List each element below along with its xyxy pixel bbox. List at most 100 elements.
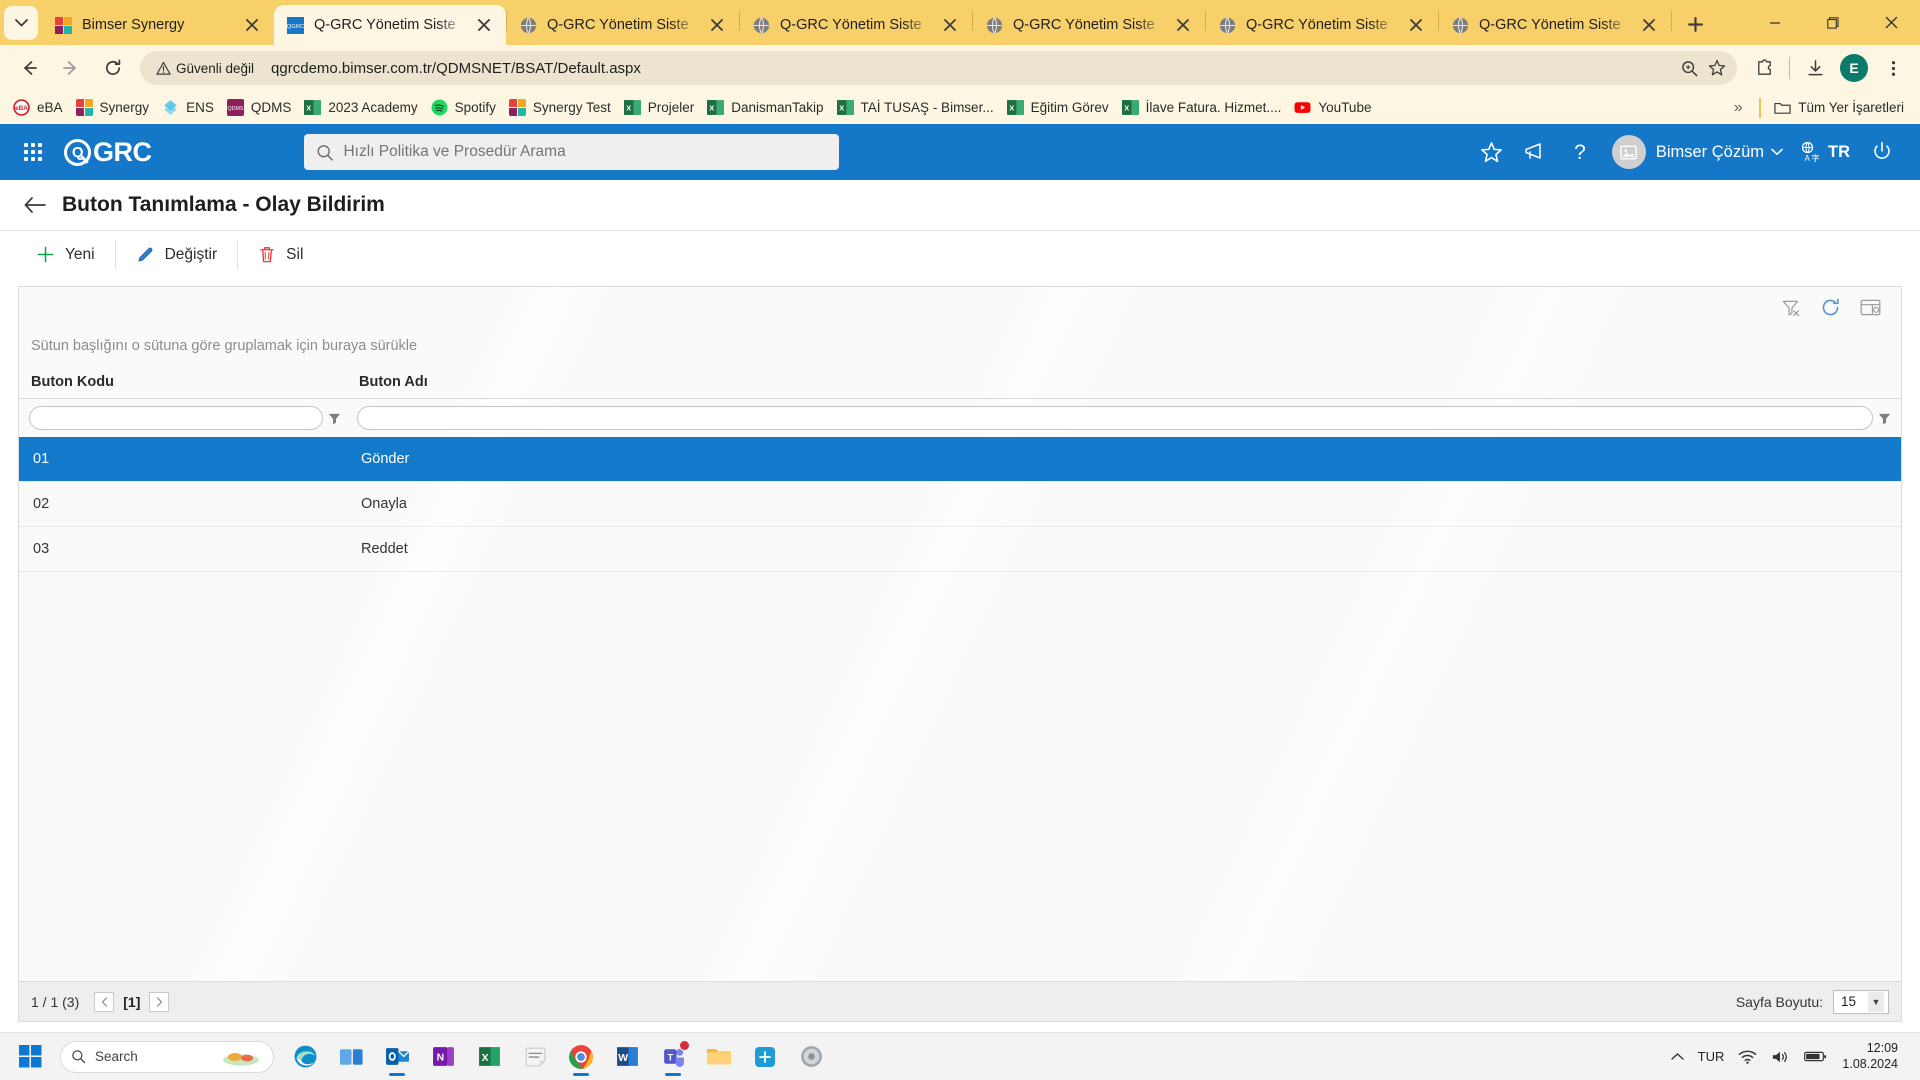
bookmark-synergy-test[interactable]: Synergy Test [504, 96, 619, 119]
bookmark-projeler[interactable]: X Projeler [619, 96, 703, 119]
bookmark-youtube[interactable]: YouTube [1289, 96, 1379, 119]
bookmark-synergy[interactable]: Synergy [71, 96, 158, 119]
close-icon[interactable] [705, 13, 729, 37]
tray-overflow-button[interactable] [1664, 1038, 1691, 1076]
close-icon[interactable] [472, 13, 496, 37]
taskbar-app-outlook[interactable] [376, 1037, 418, 1077]
taskbar-app-word[interactable]: W [606, 1037, 648, 1077]
table-row[interactable]: 03 Reddet [19, 527, 1901, 572]
funnel-icon[interactable] [323, 412, 345, 425]
taskbar-app-edge[interactable] [284, 1037, 326, 1077]
column-header-buton-adi[interactable]: Buton Adı [347, 374, 1901, 390]
battery-icon[interactable] [1797, 1038, 1834, 1076]
column-header-buton-kodu[interactable]: Buton Kodu [19, 374, 347, 390]
taskbar-clock[interactable]: 12:09 1.08.2024 [1834, 1041, 1906, 1072]
power-icon[interactable] [1860, 130, 1904, 174]
forward-button[interactable] [54, 51, 88, 85]
taskbar-app-task-view[interactable] [330, 1037, 372, 1077]
search-input[interactable] [343, 143, 827, 161]
close-icon[interactable] [1171, 13, 1195, 37]
taskbar-app-chrome[interactable] [560, 1037, 602, 1077]
new-tab-button[interactable] [1678, 7, 1712, 41]
page-back-button[interactable] [20, 190, 50, 220]
taskbar-app-blue[interactable] [744, 1037, 786, 1077]
user-menu[interactable]: Bimser Çözüm [1611, 135, 1783, 169]
all-bookmarks-button[interactable]: Tüm Yer İşaretleri [1769, 96, 1912, 119]
table-row[interactable]: 02 Onayla [19, 482, 1901, 527]
close-icon[interactable] [1404, 13, 1428, 37]
bookmark-ilave-fatura[interactable]: X İlave Fatura. Hizmet.... [1117, 96, 1290, 119]
browser-tab[interactable]: Q-GRC Yönetim Siste [740, 5, 972, 45]
globe-icon [985, 16, 1004, 35]
table-row[interactable]: 01 Gönder [19, 437, 1901, 482]
chrome-menu-button[interactable] [1877, 52, 1909, 84]
refresh-icon[interactable] [1813, 290, 1847, 324]
brand-logo[interactable]: Q GRC [64, 137, 152, 168]
downloads-button[interactable] [1799, 52, 1831, 84]
column-chooser-icon[interactable] [1853, 290, 1887, 324]
speaker-icon[interactable] [1764, 1038, 1797, 1076]
next-page-button[interactable] [149, 991, 170, 1012]
back-button[interactable] [12, 51, 46, 85]
reload-button[interactable] [96, 51, 130, 85]
minimize-button[interactable] [1746, 0, 1804, 45]
address-bar[interactable]: Güvenli değil qgrcdemo.bimser.com.tr/QDM… [140, 51, 1737, 85]
quick-search-box[interactable] [303, 134, 839, 170]
app-grid-icon[interactable] [16, 135, 50, 169]
funnel-icon[interactable] [1873, 412, 1895, 425]
browser-tab[interactable]: Q-GRC Yönetim Siste [1439, 5, 1671, 45]
bookmark-spotify[interactable]: Spotify [426, 96, 504, 119]
browser-tab[interactable]: Bimser Synergy [42, 5, 274, 45]
help-question-icon[interactable]: ? [1558, 130, 1602, 174]
bookmark-qdms[interactable]: QDMS QDMS [222, 96, 300, 119]
bookmark-ens[interactable]: ENS [157, 96, 222, 119]
bookmark-2023-academy[interactable]: X 2023 Academy [299, 96, 425, 119]
browser-tab-active[interactable]: QGRC Q-GRC Yönetim Siste [274, 5, 506, 45]
edit-button[interactable]: Değiştir [122, 238, 232, 272]
browser-tab[interactable]: Q-GRC Yönetim Siste [507, 5, 739, 45]
taskbar-app-file-explorer[interactable] [698, 1037, 740, 1077]
announcement-icon[interactable] [1514, 130, 1558, 174]
bookmark-danismantakip[interactable]: X DanismanTakip [702, 96, 831, 119]
security-status[interactable]: Güvenli değil [150, 58, 263, 79]
profile-button[interactable]: E [1840, 54, 1868, 82]
edge-icon [294, 1045, 316, 1068]
taskbar-search[interactable]: Search [60, 1040, 274, 1073]
language-selector[interactable]: A 字 TR [1799, 141, 1850, 163]
extensions-button[interactable] [1748, 52, 1780, 84]
filter-cell-buton-kodu [21, 406, 349, 430]
filter-input-buton-adi[interactable] [357, 406, 1873, 430]
taskbar-app-teams[interactable]: T [652, 1037, 694, 1077]
tab-search-button[interactable] [4, 6, 38, 40]
new-button[interactable]: Yeni [22, 238, 109, 272]
edit-button-label: Değiştir [164, 245, 218, 263]
bookmark-egitim-gorev[interactable]: X Eğitim Görev [1002, 96, 1117, 119]
browser-tab[interactable]: Q-GRC Yönetim Siste [973, 5, 1205, 45]
favorites-star-icon[interactable] [1470, 130, 1514, 174]
delete-button[interactable]: Sil [244, 238, 317, 272]
group-panel-hint[interactable]: Sütun başlığını o sütuna göre gruplamak … [19, 327, 1901, 365]
star-icon[interactable] [1703, 54, 1731, 82]
zoom-search-icon[interactable] [1675, 54, 1703, 82]
bookmarks-overflow-button[interactable]: » [1725, 95, 1751, 121]
filter-input-buton-kodu[interactable] [29, 406, 323, 430]
taskbar-app-settings[interactable] [790, 1037, 832, 1077]
close-icon[interactable] [938, 13, 962, 37]
current-page[interactable]: [1] [123, 994, 140, 1010]
taskbar-app-sticky-notes[interactable] [514, 1037, 556, 1077]
close-icon[interactable] [1637, 13, 1661, 37]
page-size-select[interactable]: 15 ▼ [1833, 989, 1889, 1014]
start-button[interactable] [8, 1037, 52, 1077]
bookmark-eba[interactable]: eBA eBA [8, 96, 71, 119]
tray-language[interactable]: TUR [1691, 1038, 1732, 1076]
clear-filter-icon[interactable] [1773, 290, 1807, 324]
bookmark-tai-tusas[interactable]: X TAİ TUSAŞ - Bimser... [832, 96, 1002, 119]
taskbar-app-excel[interactable]: X [468, 1037, 510, 1077]
close-window-button[interactable] [1862, 0, 1920, 45]
maximize-button[interactable] [1804, 0, 1862, 45]
prev-page-button[interactable] [94, 991, 115, 1012]
browser-tab[interactable]: Q-GRC Yönetim Siste [1206, 5, 1438, 45]
taskbar-app-onenote[interactable]: N [422, 1037, 464, 1077]
wifi-icon[interactable] [1731, 1038, 1764, 1076]
close-icon[interactable] [240, 13, 264, 37]
